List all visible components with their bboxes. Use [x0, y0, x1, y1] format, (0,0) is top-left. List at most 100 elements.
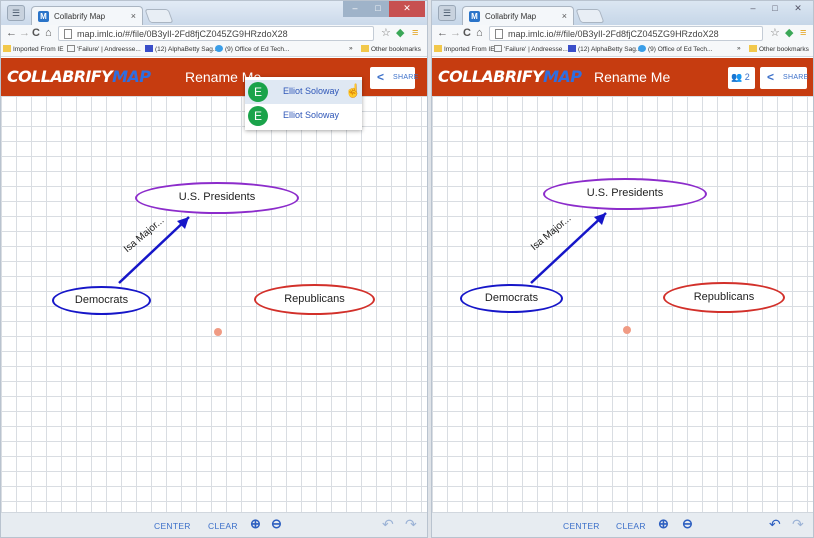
- clear-button[interactable]: CLEAR: [616, 521, 646, 531]
- clear-button[interactable]: CLEAR: [208, 521, 238, 531]
- browser-tab[interactable]: M Collabrify Map ×: [462, 6, 574, 25]
- share-icon: <: [377, 70, 385, 84]
- bookmark-other[interactable]: Other bookmarks: [749, 45, 809, 53]
- tab-title: Collabrify Map: [485, 12, 537, 21]
- extension-icon[interactable]: ◆: [785, 26, 793, 40]
- address-bar-row: ← → C ⌂ map.imlc.io/#/file/0B3yIl-2Fd8fj…: [1, 25, 427, 42]
- avatar: E: [248, 106, 268, 126]
- bookmark-alphabetty[interactable]: (12) AlphaBetty Sag...: [145, 45, 218, 53]
- menu-icon[interactable]: ≡: [800, 26, 806, 40]
- browser-menu-icon[interactable]: ☰: [438, 5, 456, 21]
- avatar: E: [248, 82, 268, 102]
- map-canvas[interactable]: U.S. Presidents Isa Major... Democrats R…: [432, 96, 813, 514]
- undo-icon[interactable]: ↶: [382, 516, 394, 533]
- canvas-center-marker: [214, 328, 222, 336]
- bookmark-label: Imported From IE: [444, 46, 495, 53]
- document-title[interactable]: Rename Me: [594, 69, 670, 85]
- app-logo: COLLABRIFYMAP: [438, 67, 582, 86]
- bookmark-label: Other bookmarks: [759, 46, 809, 53]
- collaborator-name: Elliot Soloway: [283, 110, 340, 120]
- collaborator-item[interactable]: E Elliot Soloway: [245, 104, 362, 128]
- redo-icon[interactable]: ↷: [792, 516, 804, 533]
- bookmarks-bar: Imported From IE 'Failure' | Andreesse..…: [432, 42, 813, 57]
- new-tab-button[interactable]: [144, 9, 174, 23]
- app-header: COLLABRIFYMAP Rename Me < SHARE: [1, 58, 427, 96]
- footer-toolbar: CENTER CLEAR ⊕ ⊖ ↶ ↷: [1, 512, 427, 537]
- bookmark-failure[interactable]: 'Failure' | Andreesse...: [494, 45, 568, 53]
- redo-icon[interactable]: ↷: [405, 516, 417, 533]
- star-icon[interactable]: ☆: [770, 26, 780, 40]
- menu-icon[interactable]: ≡: [412, 26, 418, 40]
- zoom-out-icon[interactable]: ⊖: [682, 516, 693, 532]
- page-icon: [495, 29, 503, 39]
- users-count: 2: [744, 72, 750, 82]
- browser-menu-icon[interactable]: ☰: [7, 5, 25, 21]
- logo-accent-text: MAP: [112, 67, 151, 86]
- minimize-button[interactable]: –: [743, 1, 763, 17]
- url-field[interactable]: map.imlc.io/#/file/0B3yIl-2Fd8fjCZ045ZG9…: [489, 26, 763, 41]
- forward-arrow-icon[interactable]: →: [19, 27, 30, 39]
- close-window-button[interactable]: ✕: [389, 1, 425, 17]
- center-button[interactable]: CENTER: [563, 521, 600, 531]
- close-tab-icon[interactable]: ×: [131, 11, 136, 21]
- close-tab-icon[interactable]: ×: [562, 11, 567, 21]
- back-arrow-icon[interactable]: ←: [6, 27, 17, 39]
- bookmark-alphabetty[interactable]: (12) AlphaBetty Sag...: [568, 45, 641, 53]
- zoom-in-icon[interactable]: ⊕: [250, 516, 261, 532]
- node-us-presidents[interactable]: U.S. Presidents: [135, 182, 299, 214]
- star-icon[interactable]: ☆: [381, 26, 391, 40]
- browser-tab[interactable]: M Collabrify Map ×: [31, 6, 143, 25]
- share-button[interactable]: < SHARE: [760, 67, 808, 89]
- zoom-in-icon[interactable]: ⊕: [658, 516, 669, 532]
- share-button[interactable]: < SHARE: [370, 67, 418, 89]
- bookmark-other[interactable]: Other bookmarks: [361, 45, 421, 53]
- minimize-button[interactable]: –: [343, 1, 367, 17]
- bookmark-office-ed-tech[interactable]: (9) Office of Ed Tech...: [215, 45, 289, 53]
- page-icon: [64, 29, 72, 39]
- logo-main-text: COLLABRIFY: [7, 67, 113, 86]
- forward-arrow-icon[interactable]: →: [450, 27, 461, 39]
- share-label: SHARE: [393, 74, 419, 81]
- bookmark-failure[interactable]: 'Failure' | Andreesse...: [67, 45, 141, 53]
- reload-icon[interactable]: C: [32, 27, 40, 39]
- maximize-button[interactable]: □: [765, 1, 785, 17]
- tab-title: Collabrify Map: [54, 12, 106, 21]
- right-browser-window: ☰ M Collabrify Map × – □ ✕ ← → C ⌂ map.i…: [431, 0, 814, 538]
- collabrify-favicon-icon: M: [38, 11, 49, 22]
- bookmark-label: (9) Office of Ed Tech...: [648, 46, 713, 53]
- maximize-button[interactable]: □: [367, 1, 389, 17]
- node-democrats[interactable]: Democrats: [460, 284, 563, 313]
- home-icon[interactable]: ⌂: [45, 27, 52, 39]
- users-button[interactable]: 👥 2: [728, 67, 755, 89]
- collabrify-favicon-icon: M: [469, 11, 480, 22]
- bookmark-imported[interactable]: Imported From IE: [434, 45, 495, 53]
- app-logo: COLLABRIFYMAP: [7, 67, 151, 86]
- more-bookmarks-button[interactable]: »: [349, 45, 353, 52]
- bookmark-label: (12) AlphaBetty Sag...: [578, 46, 642, 53]
- home-icon[interactable]: ⌂: [476, 27, 483, 39]
- url-field[interactable]: map.imlc.io/#/file/0B3yIl-2Fd8fjCZ045ZG9…: [58, 26, 374, 41]
- address-bar-row: ← → C ⌂ map.imlc.io/#/file/0B3yIl-2Fd8fj…: [432, 25, 813, 42]
- bookmark-imported[interactable]: Imported From IE: [3, 45, 64, 53]
- logo-main-text: COLLABRIFY: [438, 67, 544, 86]
- reload-icon[interactable]: C: [463, 27, 471, 39]
- undo-icon[interactable]: ↶: [769, 516, 781, 533]
- center-button[interactable]: CENTER: [154, 521, 191, 531]
- canvas-center-marker: [623, 326, 631, 334]
- bookmarks-bar: Imported From IE 'Failure' | Andreesse..…: [1, 42, 427, 57]
- node-democrats[interactable]: Democrats: [52, 286, 151, 315]
- node-republicans[interactable]: Republicans: [254, 284, 375, 315]
- collaborators-dropdown: E Elliot Soloway ☝ E Elliot Soloway: [245, 77, 362, 130]
- new-tab-button[interactable]: [575, 9, 605, 23]
- bookmark-label: 'Failure' | Andreesse...: [77, 46, 141, 53]
- collaborator-item[interactable]: E Elliot Soloway ☝: [245, 80, 362, 104]
- bookmark-office-ed-tech[interactable]: (9) Office of Ed Tech...: [638, 45, 712, 53]
- more-bookmarks-button[interactable]: »: [737, 45, 741, 52]
- node-republicans[interactable]: Republicans: [663, 282, 785, 313]
- zoom-out-icon[interactable]: ⊖: [271, 516, 282, 532]
- back-arrow-icon[interactable]: ←: [437, 27, 448, 39]
- close-window-button[interactable]: ✕: [787, 1, 809, 17]
- node-us-presidents[interactable]: U.S. Presidents: [543, 178, 707, 210]
- map-canvas[interactable]: U.S. Presidents Isa Major... Democrats R…: [1, 96, 427, 514]
- extension-icon[interactable]: ◆: [396, 26, 404, 40]
